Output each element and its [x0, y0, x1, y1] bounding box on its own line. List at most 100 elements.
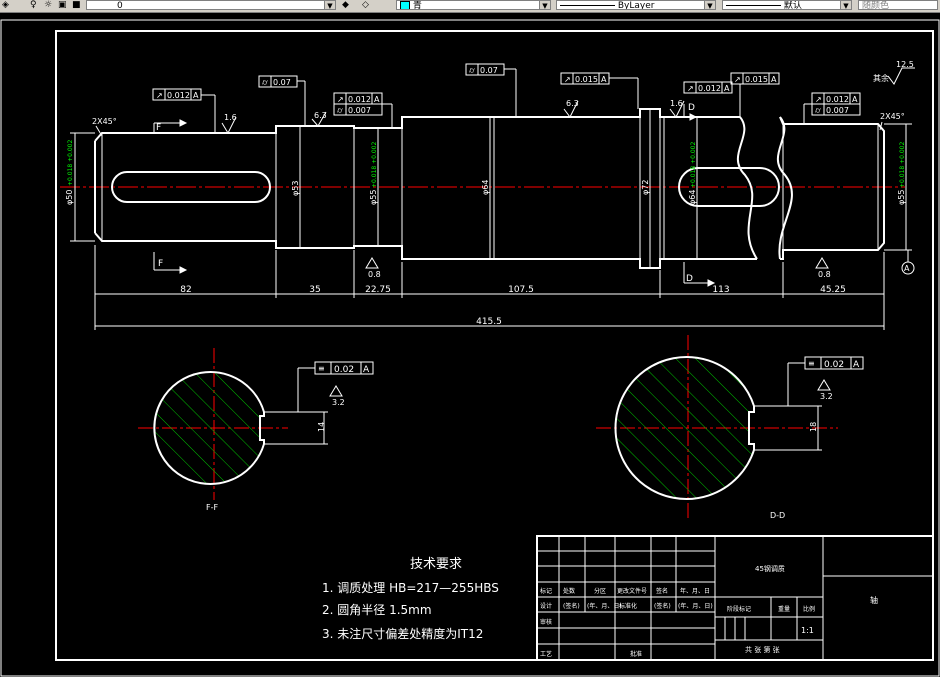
rough-r1: 1.6: [224, 113, 237, 122]
tb-check: 审核: [540, 618, 552, 626]
symmetry-icon: ≡: [808, 359, 815, 368]
rough-other-label: 其余: [873, 73, 889, 83]
tb-approve: 批准: [630, 650, 642, 658]
tol-f7-value: 0.012: [698, 84, 721, 93]
section-mark-d-bottom: D: [686, 274, 693, 284]
tol-f6-datum: A: [601, 75, 607, 84]
cylindricity-icon: ⌭: [469, 66, 475, 75]
dia5-value: φ72: [641, 180, 650, 195]
tb-zone: 分区: [594, 587, 606, 595]
tol-f4-value: 0.007: [348, 106, 371, 115]
make-current-layer-icon[interactable]: ◆: [342, 0, 349, 11]
layer-dropdown-value: 0: [117, 1, 123, 10]
cylindricity-icon: ⌭: [262, 78, 268, 87]
section-label-ff: F-F: [206, 503, 218, 512]
section-mark-f-top: F: [156, 123, 161, 133]
tol-f3-datum: A: [374, 95, 380, 104]
tol-f3-value: 0.012: [348, 95, 371, 104]
layer-on-icon[interactable]: ♀: [30, 0, 37, 11]
layer-sun-icon[interactable]: ☼: [44, 0, 52, 11]
layer-dropdown[interactable]: 0 ▼: [86, 0, 336, 10]
runout-icon: ↗: [815, 95, 822, 104]
tb-scale-value: 1:1: [801, 626, 814, 635]
tb-std: 标准化: [619, 602, 637, 610]
plotstyle-dropdown[interactable]: 随颜色: [858, 0, 938, 10]
lineweight-dropdown[interactable]: 默认 ▼: [722, 0, 852, 10]
note-3: 3. 未注尺寸偏差处精度为IT12: [322, 626, 483, 641]
runout-icon: ↗: [156, 91, 163, 100]
rough-r5: 0.8: [368, 270, 381, 279]
tb-sign: 签名: [656, 587, 668, 595]
tb-stage: 阶段标记: [727, 605, 751, 613]
dim-d2: 35: [309, 285, 320, 295]
tb-sig2: (签名): [563, 602, 580, 610]
tol-f9-datum: A: [852, 95, 858, 104]
dia6-tol: +0.018 +0.002: [690, 142, 697, 188]
cylindricity-icon: ⌭: [337, 106, 343, 115]
layer-manager-icon[interactable]: ◈: [2, 0, 9, 11]
dim-d4: 107.5: [508, 285, 534, 295]
tb-scale-label: 比例: [803, 605, 815, 613]
drawing-canvas[interactable]: F F D D 2X45° 2X45° ↗ 0.012 A ⌭ 0.07 ↗ 0…: [0, 13, 940, 677]
tol-f5-value: 0.07: [480, 66, 498, 75]
chevron-down-icon: ▼: [324, 1, 335, 9]
dia7-tol: +0.018 +0.002: [899, 142, 906, 188]
key-ff-width: 14: [317, 422, 326, 432]
rough-r6: 0.8: [818, 270, 831, 279]
layer-color-icon[interactable]: ■: [72, 0, 81, 11]
tol-sym-dd-datum: A: [853, 360, 860, 370]
tb-date2: (年、月、日): [587, 602, 622, 610]
note-1: 1. 调质处理 HB=217—255HBS: [322, 581, 499, 595]
tol-f1-value: 0.012: [167, 91, 190, 100]
chevron-down-icon: ▼: [704, 1, 715, 9]
layer-previous-icon[interactable]: ◇: [362, 0, 369, 11]
length-labels: 82 35 22.75 107.5 113 45.25 415.5: [180, 285, 846, 327]
note-2: 2. 圆角半径 1.5mm: [322, 603, 432, 617]
dia7-value: φ55: [897, 190, 906, 205]
dim-d1: 82: [180, 285, 191, 295]
roughness-values: 1.6 6.3 6.3 1.6 0.8 0.8 3.2 3.2 12.5 其余: [224, 60, 914, 407]
tb-craft: 工艺: [540, 650, 552, 658]
tol-f7-datum: A: [724, 84, 730, 93]
color-dropdown-value: 青: [412, 1, 422, 10]
runout-icon: ↗: [337, 95, 344, 104]
tb-mark: 标记: [540, 587, 552, 595]
chamfer-right: 2X45°: [880, 112, 905, 121]
color-dropdown[interactable]: 青 ▼: [396, 0, 551, 10]
dia3-value: φ55: [369, 190, 378, 205]
layer-lock-icon[interactable]: ▣: [58, 0, 67, 11]
dia6-value: φ64: [688, 190, 697, 205]
dim-d5: 113: [712, 285, 729, 295]
linetype-preview: [560, 5, 615, 6]
tb-sheets: 共 张 第 张: [745, 645, 780, 654]
dia4-value: φ64: [481, 180, 490, 195]
tb-docno: 更改文件号: [617, 587, 647, 595]
tol-f1-datum: A: [193, 91, 199, 100]
sheet-border: [0, 19, 940, 677]
tol-f8-datum: A: [771, 75, 777, 84]
runout-icon: ↗: [687, 84, 694, 93]
tol-f9-value: 0.012: [826, 95, 849, 104]
dia1-value: φ50: [65, 190, 74, 205]
dim-d3: 22.75: [365, 285, 391, 295]
tb-material: 45钢调质: [755, 564, 785, 573]
section-dd: [596, 335, 864, 520]
tol-f10-value: 0.007: [826, 106, 849, 115]
rough-r8: 3.2: [820, 392, 833, 401]
dim-total: 415.5: [476, 317, 502, 327]
rough-other: 12.5: [896, 60, 914, 69]
dia1-tol: +0.018 +0.002: [67, 140, 74, 186]
cylindricity-icon: ⌭: [815, 106, 821, 115]
linetype-dropdown-value: ByLayer: [617, 1, 655, 10]
chevron-down-icon: ▼: [539, 1, 550, 9]
section-label-dd: D-D: [770, 511, 785, 520]
toolbar: ◈ ♀ ☼ ▣ ■ 0 ▼ ◆ ◇ 青 ▼ ByLayer ▼ 默认 ▼ 随颜色: [0, 0, 940, 13]
rough-r4: 1.6: [670, 99, 683, 108]
chevron-down-icon: ▼: [840, 1, 851, 9]
runout-icon: ↗: [734, 75, 741, 84]
linetype-dropdown[interactable]: ByLayer ▼: [556, 0, 716, 10]
chamfer-left-leader: [95, 125, 103, 137]
color-swatch: [400, 1, 410, 9]
section-mark-d-top: D: [688, 103, 695, 113]
tb-design: 设计: [540, 602, 552, 610]
